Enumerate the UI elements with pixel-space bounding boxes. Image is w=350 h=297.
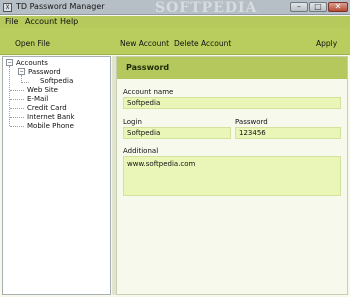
tree-connector [10,99,24,100]
tree-item-password[interactable]: Password [28,68,61,76]
tree-item-web-site[interactable]: Web Site [27,86,58,94]
tree-connector [10,126,24,127]
open-file-button[interactable]: Open File [15,39,50,48]
tree-item-accounts[interactable]: Accounts [16,59,48,67]
account-name-field[interactable] [123,97,341,109]
additional-label: Additional [123,147,159,155]
tree-item-internet-bank[interactable]: Internet Bank [27,113,75,121]
minimize-button[interactable]: – [290,2,308,12]
accounts-tree[interactable]: − Accounts − Password Softpedia Web Site… [2,56,111,295]
softpedia-watermark: SOFTPEDIA [155,0,258,16]
tree-item-credit-card[interactable]: Credit Card [27,104,67,112]
additional-notes-field[interactable]: www.softpedia.com [123,156,341,196]
menu-account[interactable]: Account [25,17,57,26]
account-details-panel: Password Account name Login Password Add… [116,56,348,295]
toolbar: Open File New Account Delete Account App… [0,28,350,55]
panel-header: Password [117,57,347,79]
delete-account-button[interactable]: Delete Account [174,39,231,48]
tree-item-mobile-phone[interactable]: Mobile Phone [27,122,74,130]
new-account-button[interactable]: New Account [120,39,169,48]
panel-title: Password [126,63,170,72]
expand-password-icon[interactable]: − [18,68,25,75]
app-icon[interactable]: X [3,3,12,12]
password-field[interactable] [235,127,341,139]
password-label: Password [235,118,268,126]
tree-connector [21,82,29,83]
maximize-button[interactable]: □ [309,2,327,12]
menu-help[interactable]: Help [60,17,78,26]
close-button[interactable]: ✕ [328,2,348,12]
title-bar[interactable]: X TD Password Manager SOFTPEDIA – □ ✕ [0,0,350,16]
menu-bar: File Account Help [0,16,350,28]
login-label: Login [123,118,142,126]
account-name-label: Account name [123,88,174,96]
apply-button[interactable]: Apply [316,39,337,48]
expand-accounts-icon[interactable]: − [6,59,13,66]
tree-connector [10,108,24,109]
tree-connector [10,90,24,91]
menu-file[interactable]: File [5,17,18,26]
tree-connector [10,117,24,118]
login-field[interactable] [123,127,231,139]
window-title: TD Password Manager [16,2,105,11]
tree-item-e-mail[interactable]: E-Mail [27,95,48,103]
tree-item-softpedia[interactable]: Softpedia [40,77,73,85]
